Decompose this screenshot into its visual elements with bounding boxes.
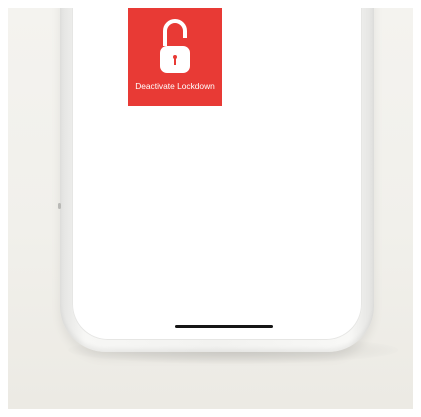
unlocked-padlock-icon — [160, 19, 190, 73]
smartphone-frame: Deactivate Lockdown — [58, 8, 374, 352]
side-button — [58, 203, 61, 209]
deactivate-lockdown-label: Deactivate Lockdown — [135, 81, 215, 91]
deactivate-lockdown-button[interactable]: Deactivate Lockdown — [128, 8, 222, 106]
product-photo-scene: Deactivate Lockdown — [8, 8, 413, 409]
home-indicator[interactable] — [175, 325, 273, 328]
phone-screen: Deactivate Lockdown — [72, 8, 362, 340]
